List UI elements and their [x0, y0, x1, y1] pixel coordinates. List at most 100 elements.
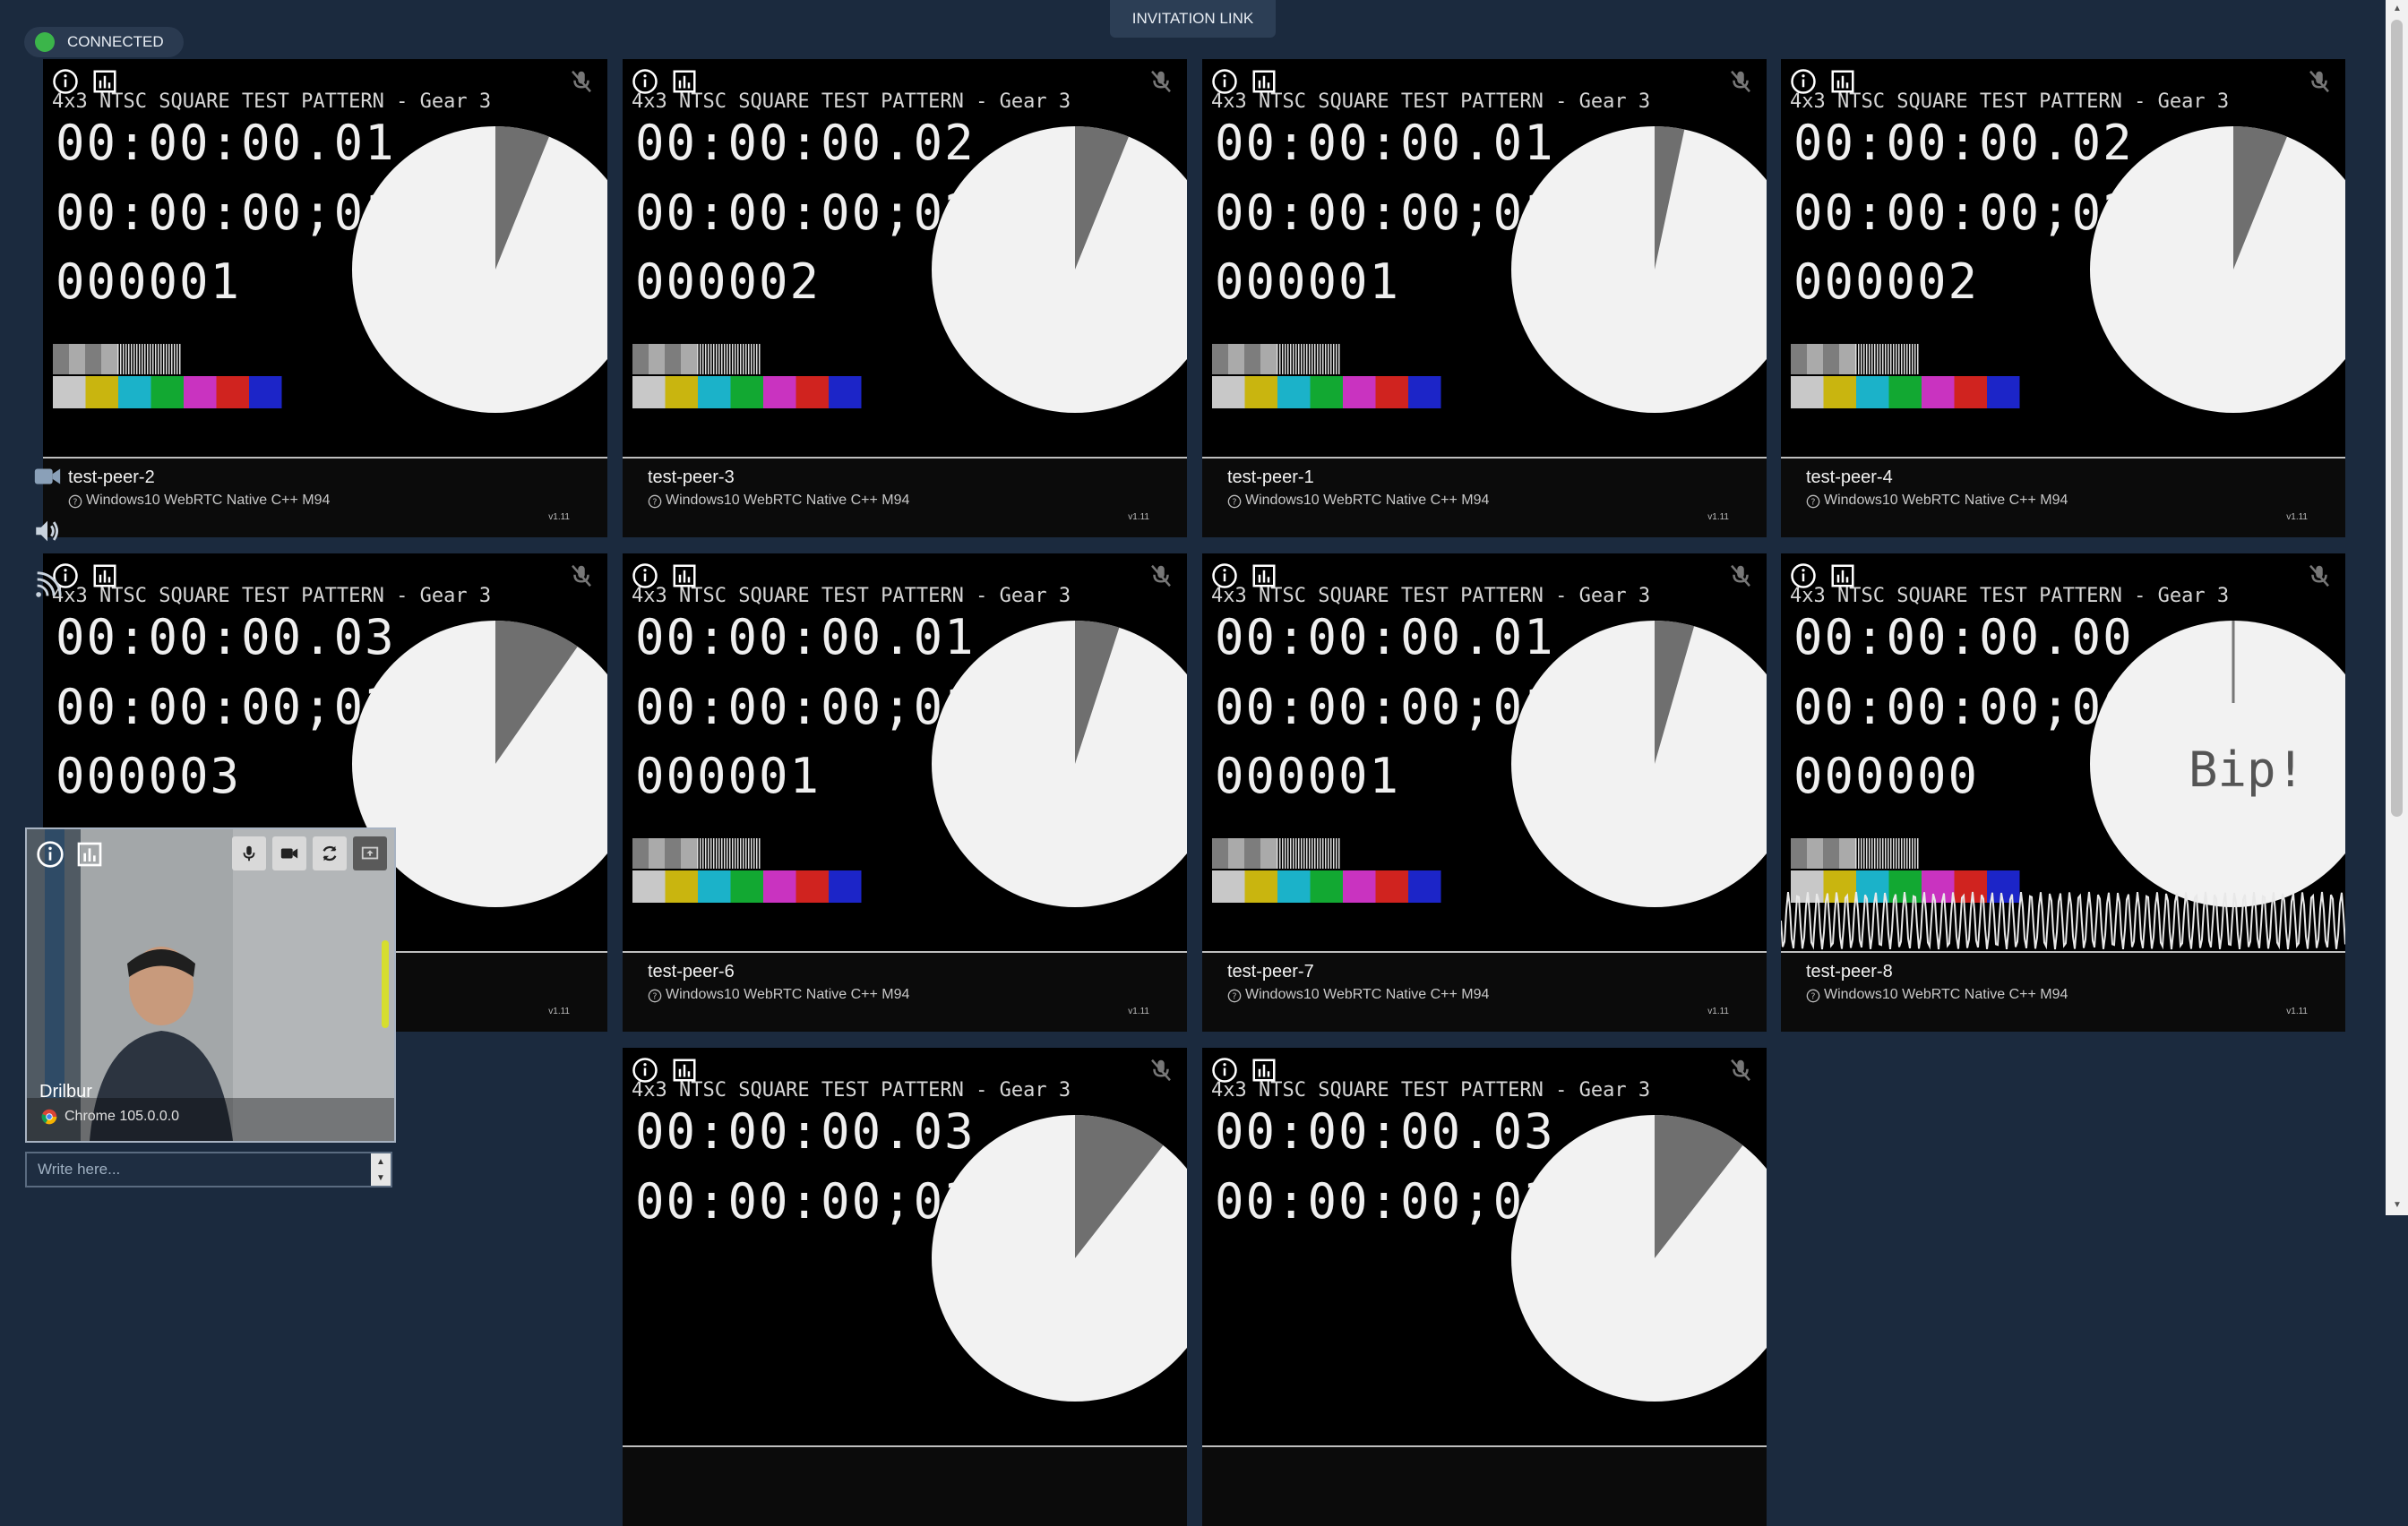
spin-down-icon[interactable]: ▼	[376, 1173, 385, 1183]
resolution-line	[705, 838, 707, 869]
switch-camera-button[interactable]	[313, 836, 347, 870]
resolution-line	[1861, 344, 1862, 374]
resolution-line	[753, 838, 755, 869]
invitation-link-button[interactable]: INVITATION LINK	[1110, 0, 1276, 38]
resolution-line	[1303, 838, 1305, 869]
mic-muted-icon[interactable]	[2306, 68, 2333, 95]
stats-icon[interactable]	[671, 562, 698, 589]
stats-icon[interactable]	[671, 68, 698, 95]
stats-icon[interactable]	[1251, 1057, 1277, 1084]
page-scrollbar[interactable]: ▲ ▼	[2386, 0, 2408, 1215]
mic-muted-icon[interactable]	[2306, 562, 2333, 589]
volume-level-bar	[382, 940, 389, 1028]
stats-icon[interactable]	[91, 68, 118, 95]
sweep-clock	[932, 1115, 1187, 1402]
mic-muted-icon[interactable]	[1148, 68, 1174, 95]
scroll-down-icon[interactable]: ▼	[2393, 1200, 2402, 1210]
gray-patch	[1228, 344, 1244, 374]
info-icon[interactable]	[1211, 68, 1238, 95]
spin-up-icon[interactable]: ▲	[376, 1157, 385, 1167]
color-bar	[216, 376, 249, 408]
info-icon[interactable]	[1211, 562, 1238, 589]
resolution-line	[1306, 344, 1308, 374]
screen-share-button[interactable]	[353, 836, 387, 870]
info-icon[interactable]	[632, 68, 658, 95]
stats-icon[interactable]	[1829, 68, 1856, 95]
info-icon[interactable]	[1211, 1057, 1238, 1084]
resolution-line	[756, 344, 758, 374]
resolution-line	[1882, 838, 1884, 869]
mic-muted-icon[interactable]	[1727, 562, 1754, 589]
status-dot	[35, 32, 55, 52]
speaker-icon[interactable]	[32, 516, 63, 546]
stats-icon[interactable]	[1251, 562, 1277, 589]
resolution-line	[1293, 344, 1294, 374]
resolution-line	[1322, 838, 1324, 869]
mic-muted-icon[interactable]	[1727, 68, 1754, 95]
frame-counter: 000002	[635, 253, 821, 310]
resolution-line	[158, 344, 159, 374]
peer-name: test-peer-8	[1806, 962, 1893, 982]
camera-icon[interactable]	[32, 461, 63, 492]
color-bar	[249, 376, 282, 408]
color-bar	[1310, 870, 1343, 903]
resolution-line	[700, 838, 701, 869]
stats-icon[interactable]	[1829, 562, 1856, 589]
resolution-line	[1298, 838, 1300, 869]
stats-icon[interactable]	[671, 1057, 698, 1084]
color-bar	[150, 376, 184, 408]
resolution-line	[1904, 344, 1905, 374]
info-icon[interactable]	[1790, 68, 1817, 95]
info-icon[interactable]	[632, 562, 658, 589]
resolution-line	[1901, 344, 1903, 374]
camera-toggle-button[interactable]	[272, 836, 306, 870]
resolution-line	[759, 344, 761, 374]
resolution-line	[727, 344, 728, 374]
color-bar	[632, 870, 666, 903]
resolution-line	[1338, 838, 1340, 869]
chat-input[interactable]	[27, 1153, 371, 1186]
timecode-drop: 00:00:00.01	[635, 609, 976, 665]
mic-muted-icon[interactable]	[1727, 1057, 1754, 1084]
resolution-line	[708, 838, 710, 869]
wifi-icon[interactable]	[32, 570, 63, 601]
resolution-line	[1885, 344, 1887, 374]
chat-spinner[interactable]: ▲ ▼	[371, 1153, 391, 1186]
resolution-line	[697, 344, 699, 374]
info-icon[interactable]	[52, 68, 79, 95]
resolution-line	[702, 344, 704, 374]
info-icon[interactable]	[1790, 562, 1817, 589]
resolution-line	[1330, 838, 1332, 869]
mic-toggle-button[interactable]	[232, 836, 266, 870]
stats-icon[interactable]	[1251, 68, 1277, 95]
resolution-line	[751, 838, 752, 869]
mic-muted-icon[interactable]	[568, 68, 595, 95]
gray-patch	[632, 838, 649, 869]
scrollbar-thumb[interactable]	[2391, 20, 2403, 817]
switch-camera-icon	[322, 845, 337, 862]
info-icon[interactable]	[632, 1057, 658, 1084]
stats-icon[interactable]	[91, 562, 118, 589]
mic-muted-icon[interactable]	[1148, 1057, 1174, 1084]
resolution-line	[171, 344, 173, 374]
screen-share-icon	[361, 846, 379, 860]
connection-status: CONNECTED	[24, 27, 184, 57]
resolution-line	[705, 344, 707, 374]
stats-icon[interactable]	[75, 840, 104, 869]
info-icon[interactable]	[36, 840, 64, 869]
peer-name: test-peer-3	[648, 467, 735, 487]
resolution-line	[152, 344, 154, 374]
resolution-line	[732, 344, 734, 374]
resolution-line	[1888, 344, 1889, 374]
frame-counter: 000002	[1793, 253, 1980, 310]
resolution-line	[735, 344, 736, 374]
clock-face	[2090, 126, 2345, 413]
client-label: Windows10 WebRTC Native C++ M94	[1824, 987, 2068, 1002]
color-bar	[730, 376, 763, 408]
peer-name: test-peer-2	[68, 467, 155, 487]
scroll-up-icon[interactable]: ▲	[2393, 4, 2402, 13]
resolution-line	[1869, 838, 1870, 869]
resolution-line	[1285, 344, 1286, 374]
mic-muted-icon[interactable]	[1148, 562, 1174, 589]
mic-muted-icon[interactable]	[568, 562, 595, 589]
